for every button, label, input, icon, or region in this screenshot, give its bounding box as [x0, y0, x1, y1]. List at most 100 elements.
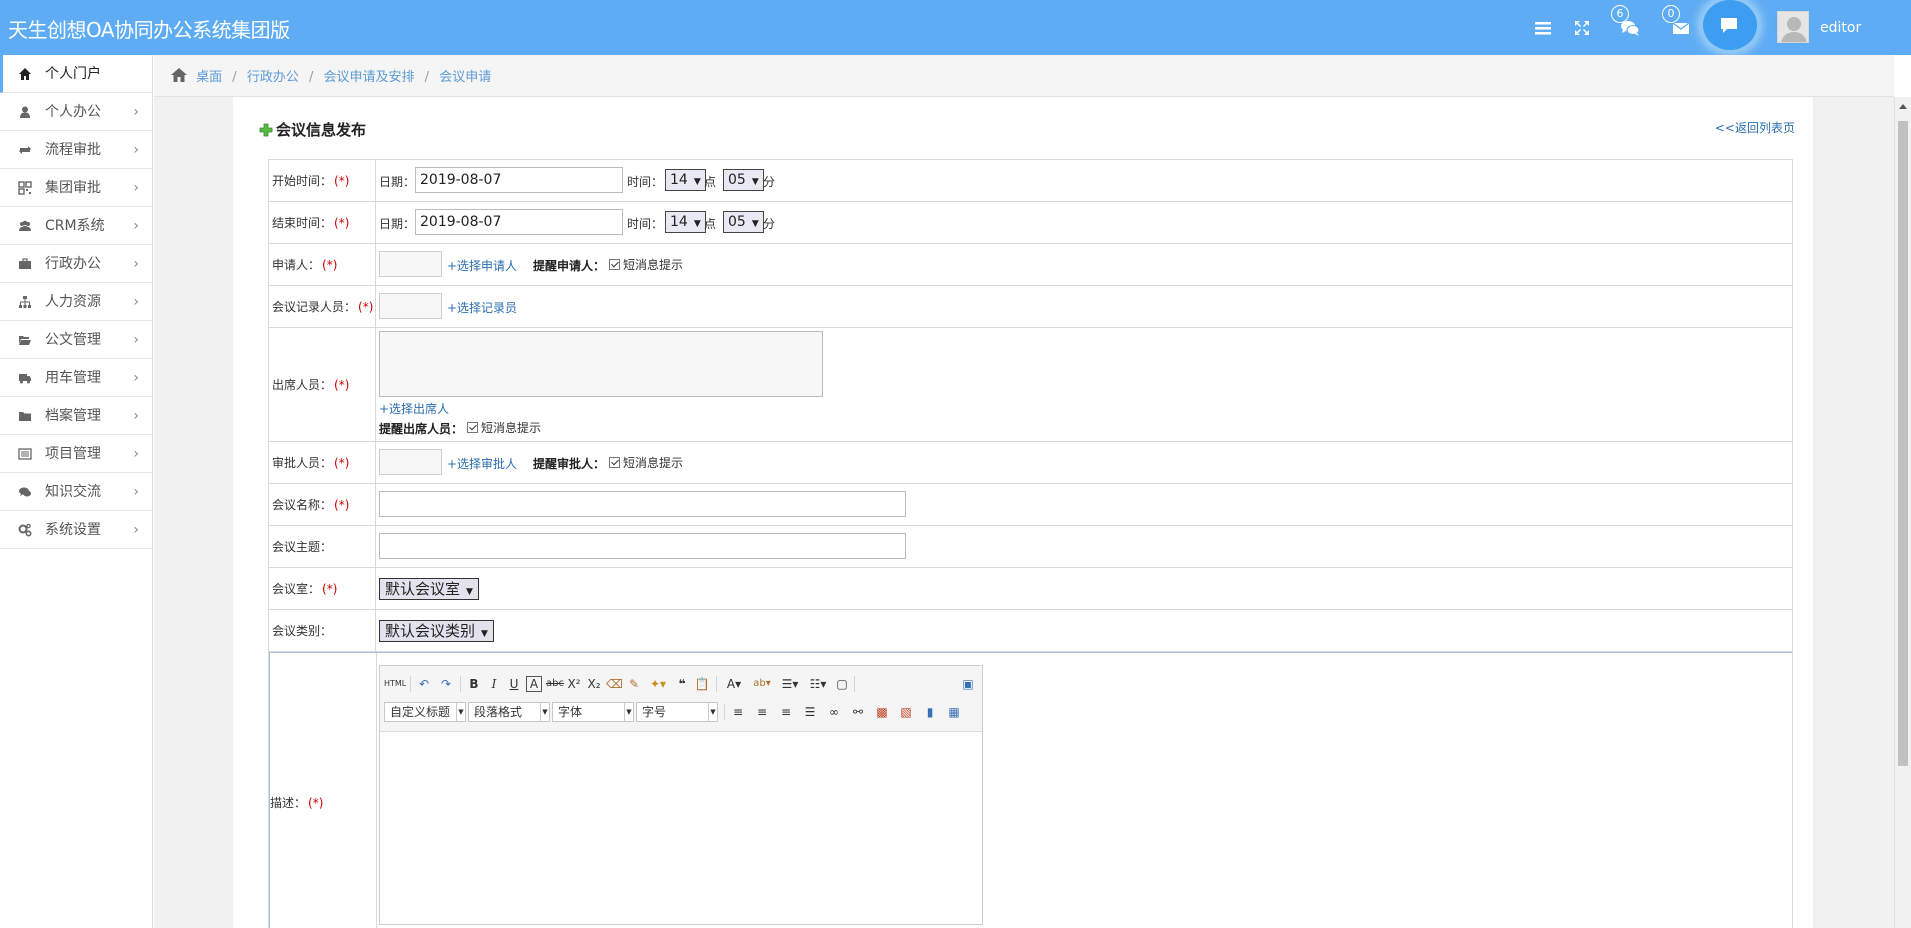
meeting-room-select[interactable]: 默认会议室 ▼	[379, 578, 479, 600]
eraser-icon[interactable]: ⌫	[606, 676, 623, 692]
font-family-dropdown[interactable]: 字体 ▼	[552, 702, 634, 722]
breadcrumb-admin-office[interactable]: 行政办公	[247, 70, 299, 85]
select-attendees-link[interactable]: +选择出席人	[379, 400, 449, 417]
sidebar-item-settings[interactable]: 系统设置 ›	[0, 511, 152, 549]
chat-button[interactable]	[1703, 0, 1757, 50]
start-date-input[interactable]: 2019-08-07	[415, 167, 623, 193]
breadcrumb-meeting-arrangement[interactable]: 会议申请及安排	[324, 70, 415, 85]
fullscreen-icon[interactable]	[1571, 17, 1593, 39]
sidebar-item-admin-office[interactable]: 行政办公 ›	[0, 245, 152, 283]
undo-icon[interactable]: ↶	[416, 676, 432, 692]
end-date-input[interactable]: 2019-08-07	[415, 209, 623, 235]
sidebar-item-hr[interactable]: 人力资源 ›	[0, 283, 152, 321]
sidebar: 个人门户 个人办公 › 流程审批 › 集团审批 › CRM系统 › 行政办公 ›…	[0, 55, 153, 928]
meeting-name-input[interactable]	[379, 491, 906, 517]
breadcrumb-meeting-apply[interactable]: 会议申请	[439, 70, 491, 85]
sidebar-item-personal-office[interactable]: 个人办公 ›	[0, 93, 152, 131]
strikethrough-button[interactable]: abc	[546, 676, 564, 692]
start-minute-select[interactable]: 05 ▼	[723, 169, 764, 191]
sidebar-item-knowledge[interactable]: 知识交流 ›	[0, 473, 152, 511]
meeting-category-select[interactable]: 默认会议类别 ▼	[379, 620, 494, 642]
sidebar-item-group-approval[interactable]: 集团审批 ›	[0, 169, 152, 207]
meeting-topic-input[interactable]	[379, 533, 906, 559]
remind-applicant-label: 提醒申请人：	[533, 259, 606, 273]
scroll-thumb[interactable]	[1898, 121, 1908, 766]
mail-icon[interactable]: 0	[1662, 5, 1692, 39]
sidebar-item-vehicle[interactable]: 用车管理 ›	[0, 359, 152, 397]
start-hour-select[interactable]: 14 ▼	[665, 169, 706, 191]
approver-input[interactable]	[379, 449, 442, 475]
page-scrollbar[interactable]	[1894, 97, 1911, 928]
attendees-label: 出席人员： (*)	[269, 328, 376, 441]
redo-icon[interactable]: ↷	[438, 676, 454, 692]
image-icon[interactable]: ▩	[874, 704, 890, 720]
html-source-button[interactable]: HTML	[384, 676, 406, 692]
attendees-textarea[interactable]	[379, 331, 823, 397]
chevron-right-icon: ›	[133, 522, 139, 538]
paste-text-icon[interactable]: 📋	[694, 676, 710, 692]
applicant-sms-checkbox[interactable]: 短消息提示	[609, 256, 683, 273]
username[interactable]: editor	[1820, 20, 1861, 36]
select-applicant-link[interactable]: +选择申请人	[447, 257, 517, 274]
sidebar-item-archive[interactable]: 档案管理 ›	[0, 397, 152, 435]
attendees-sms-checkbox[interactable]: 短消息提示	[467, 419, 541, 436]
preview-icon[interactable]: ▣	[960, 676, 976, 692]
align-justify-icon[interactable]: ☰	[802, 704, 818, 720]
multi-image-icon[interactable]: ▧	[898, 704, 914, 720]
sidebar-item-label: 知识交流	[45, 484, 101, 500]
meeting-topic-label: 会议主题：	[269, 526, 376, 567]
font-size-dropdown[interactable]: 字号 ▼	[636, 702, 718, 722]
recorder-input[interactable]	[379, 293, 442, 319]
editor-body[interactable]	[380, 732, 982, 924]
messages-icon[interactable]: 6	[1611, 5, 1641, 39]
unordered-list-button[interactable]: ☷▾	[806, 676, 830, 692]
sidebar-item-document[interactable]: 公文管理 ›	[0, 321, 152, 359]
format-brush-icon[interactable]: ✎	[626, 676, 642, 692]
sidebar-item-personal-portal[interactable]: 个人门户	[0, 55, 152, 93]
sidebar-item-workflow[interactable]: 流程审批 ›	[0, 131, 152, 169]
align-right-icon[interactable]: ≡	[778, 704, 794, 720]
superscript-button[interactable]: X²	[566, 676, 582, 692]
sidebar-item-project[interactable]: 项目管理 ›	[0, 435, 152, 473]
sidebar-item-label: CRM系统	[45, 218, 105, 234]
select-recorder-link[interactable]: +选择记录员	[447, 299, 517, 316]
font-border-button[interactable]: A	[526, 676, 542, 692]
chevron-right-icon: ›	[133, 408, 139, 424]
table-icon[interactable]: ▦	[946, 704, 962, 720]
align-center-icon[interactable]: ≡	[754, 704, 770, 720]
link-icon[interactable]: ∞	[826, 704, 842, 720]
video-icon[interactable]: ▮	[922, 704, 938, 720]
sidebar-item-label: 项目管理	[45, 446, 101, 462]
unlink-icon[interactable]: ⚯	[850, 704, 866, 720]
avatar[interactable]	[1777, 11, 1809, 43]
date-label: 日期：	[379, 175, 416, 189]
meeting-room-row: 会议室： (*) 默认会议室 ▼	[269, 568, 1792, 610]
underline-button[interactable]: U	[506, 676, 522, 692]
highlight-color-button[interactable]: ab▾	[750, 676, 774, 692]
back-to-list-link[interactable]: <<返回列表页	[1715, 119, 1795, 136]
end-hour-select[interactable]: 14 ▼	[665, 211, 706, 233]
applicant-label: 申请人： (*)	[269, 244, 376, 285]
italic-button[interactable]: I	[486, 676, 502, 692]
approver-sms-checkbox[interactable]: 短消息提示	[609, 454, 683, 471]
subscript-button[interactable]: X₂	[586, 676, 602, 692]
clear-doc-icon[interactable]: ▢	[834, 676, 850, 692]
auto-format-icon[interactable]: ✦▾	[646, 676, 670, 692]
blockquote-icon[interactable]: ❝	[674, 676, 690, 692]
sidebar-item-crm[interactable]: CRM系统 ›	[0, 207, 152, 245]
description-row: 描述： (*) HTML ↶ ↷ B I U A abc X² X₂ ⌫ ✎ ✦…	[269, 652, 1792, 928]
end-minute-select[interactable]: 05 ▼	[723, 211, 764, 233]
menu-toggle-icon[interactable]	[1532, 17, 1554, 39]
bold-button[interactable]: B	[466, 676, 482, 692]
align-left-icon[interactable]: ≡	[730, 704, 746, 720]
applicant-input[interactable]	[379, 251, 442, 277]
breadcrumb-desktop[interactable]: 桌面	[196, 70, 222, 85]
approver-label: 审批人员： (*)	[269, 442, 376, 483]
font-color-button[interactable]: A▾	[722, 676, 746, 692]
sidebar-item-label: 公文管理	[45, 332, 101, 348]
custom-title-dropdown[interactable]: 自定义标题 ▼	[384, 702, 466, 722]
scroll-up-icon[interactable]	[1899, 104, 1907, 109]
paragraph-format-dropdown[interactable]: 段落格式 ▼	[468, 702, 550, 722]
ordered-list-button[interactable]: ☰▾	[778, 676, 802, 692]
select-approver-link[interactable]: +选择审批人	[447, 455, 517, 472]
